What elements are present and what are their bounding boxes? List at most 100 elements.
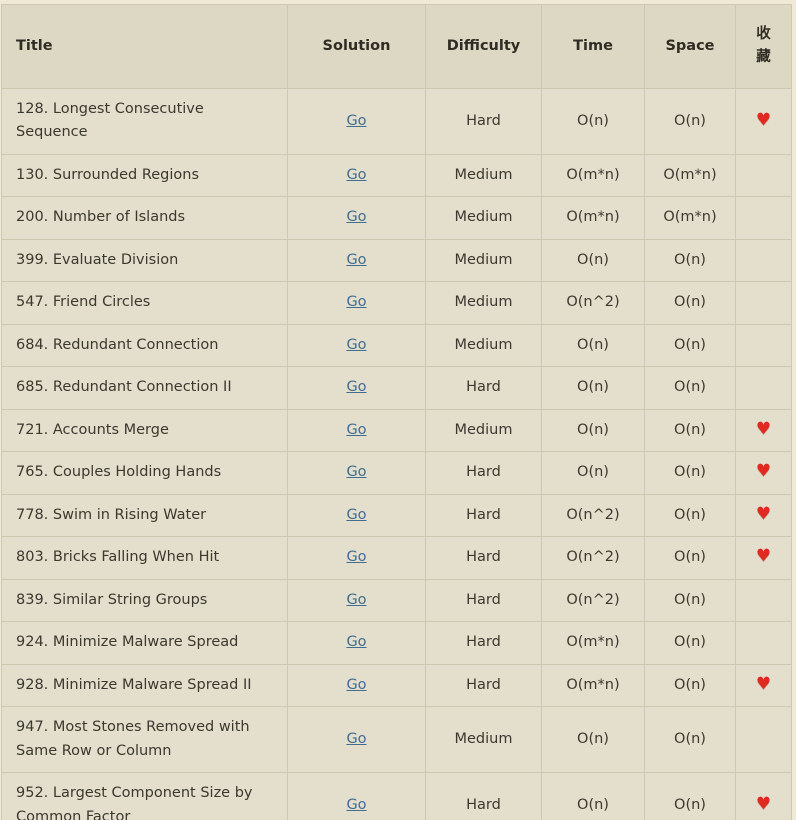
- cell-time-complexity: O(m*n): [541, 621, 645, 665]
- column-header-solution[interactable]: Solution: [287, 4, 426, 89]
- cell-difficulty: Medium: [425, 323, 542, 368]
- cell-space-complexity: O(n): [644, 281, 736, 325]
- heart-icon[interactable]: ♥: [756, 548, 771, 565]
- cell-title: 778. Swim in Rising Water: [1, 493, 288, 538]
- cell-space-complexity: O(n): [644, 706, 736, 774]
- cell-title: 803. Bricks Falling When Hit: [1, 536, 288, 580]
- table-row: 685. Redundant Connection II Go Hard O(n) O(…: [1, 366, 792, 410]
- cell-time-complexity: O(n): [541, 366, 645, 410]
- cell-difficulty: Medium: [425, 153, 542, 198]
- cell-title: 721. Accounts Merge: [1, 408, 288, 453]
- cell-favorite[interactable]: ♥: [735, 238, 792, 283]
- cell-favorite[interactable]: ♥: [735, 87, 792, 155]
- column-header-difficulty[interactable]: Difficulty: [425, 4, 542, 89]
- cell-favorite[interactable]: ♥: [735, 621, 792, 665]
- solution-go-link[interactable]: Go: [346, 113, 366, 129]
- column-header-space[interactable]: Space: [644, 4, 736, 89]
- table-row: 684. Redundant Connection Go Medium O(n) O(n…: [1, 323, 792, 368]
- cell-time-complexity: O(m*n): [541, 196, 645, 240]
- cell-difficulty: Hard: [425, 578, 542, 623]
- solution-go-link[interactable]: Go: [346, 337, 366, 353]
- cell-favorite[interactable]: ♥: [735, 451, 792, 495]
- cell-favorite[interactable]: ♥: [735, 323, 792, 368]
- cell-title: 839. Similar String Groups: [1, 578, 288, 623]
- solution-go-link[interactable]: Go: [346, 731, 366, 747]
- solution-go-link[interactable]: Go: [346, 549, 366, 565]
- cell-solution: Go: [287, 408, 426, 453]
- cell-space-complexity: O(n): [644, 621, 736, 665]
- heart-icon[interactable]: ♥: [756, 463, 771, 480]
- table-row: 924. Minimize Malware Spread Go Hard O(m*n)…: [1, 621, 792, 665]
- solution-go-link[interactable]: Go: [346, 379, 366, 395]
- cell-difficulty: Hard: [425, 663, 542, 708]
- solution-go-link[interactable]: Go: [346, 209, 366, 225]
- cell-favorite[interactable]: ♥: [735, 281, 792, 325]
- cell-solution: Go: [287, 238, 426, 283]
- cell-time-complexity: O(n): [541, 706, 645, 774]
- table-row: 839. Similar String Groups Go Hard O(n^2) O(…: [1, 578, 792, 623]
- cell-solution: Go: [287, 323, 426, 368]
- cell-title: 928. Minimize Malware Spread II: [1, 663, 288, 708]
- table-row: 803. Bricks Falling When Hit Go Hard O(n^2)…: [1, 536, 792, 580]
- cell-favorite[interactable]: ♥: [735, 663, 792, 708]
- table-header-row: Title Solution Difficulty Time Space 收藏: [1, 4, 792, 89]
- cell-time-complexity: O(n): [541, 323, 645, 368]
- cell-solution: Go: [287, 493, 426, 538]
- table-header: Title Solution Difficulty Time Space 收藏: [1, 4, 792, 89]
- page-root: Title Solution Difficulty Time Space 收藏 …: [0, 0, 796, 820]
- cell-difficulty: Hard: [425, 366, 542, 410]
- cell-solution: Go: [287, 281, 426, 325]
- cell-time-complexity: O(n^2): [541, 493, 645, 538]
- cell-favorite[interactable]: ♥: [735, 493, 792, 538]
- cell-favorite[interactable]: ♥: [735, 578, 792, 623]
- table-row: 947. Most Stones Removed with Same Row o…: [1, 706, 792, 774]
- solution-go-link[interactable]: Go: [346, 294, 366, 310]
- heart-icon[interactable]: ♥: [756, 675, 771, 693]
- table-row: 928. Minimize Malware Spread II Go Hard O(m…: [1, 663, 792, 708]
- cell-space-complexity: O(n): [644, 493, 736, 538]
- cell-time-complexity: O(m*n): [541, 663, 645, 708]
- solution-go-link[interactable]: Go: [346, 592, 366, 608]
- cell-favorite[interactable]: ♥: [735, 366, 792, 410]
- solution-go-link[interactable]: Go: [346, 422, 366, 438]
- cell-favorite[interactable]: ♥: [735, 772, 792, 820]
- cell-solution: Go: [287, 451, 426, 495]
- cell-solution: Go: [287, 621, 426, 665]
- problems-table: Title Solution Difficulty Time Space 收藏 …: [1, 4, 792, 820]
- column-header-favorite[interactable]: 收藏: [735, 4, 792, 89]
- cell-space-complexity: O(n): [644, 578, 736, 623]
- cell-difficulty: Hard: [425, 87, 542, 155]
- heart-icon[interactable]: ♥: [756, 795, 771, 813]
- cell-solution: Go: [287, 366, 426, 410]
- cell-title: 128. Longest Consecutive Sequence: [1, 87, 288, 155]
- cell-title: 399. Evaluate Division: [1, 238, 288, 283]
- cell-time-complexity: O(n): [541, 408, 645, 453]
- solution-go-link[interactable]: Go: [346, 797, 366, 813]
- cell-time-complexity: O(n): [541, 451, 645, 495]
- cell-favorite[interactable]: ♥: [735, 706, 792, 774]
- solution-go-link[interactable]: Go: [346, 677, 366, 693]
- column-header-title[interactable]: Title: [1, 4, 288, 89]
- table-row: 399. Evaluate DivisionGoMediumO(n)O(n)♥: [1, 238, 792, 283]
- solution-go-link[interactable]: Go: [346, 464, 366, 480]
- table-row: 765. Couples Holding Hands Go Hard O(n) O(n)…: [1, 451, 792, 495]
- cell-solution: Go: [287, 153, 426, 198]
- heart-icon[interactable]: ♥: [756, 111, 771, 129]
- solution-go-link[interactable]: Go: [346, 167, 366, 183]
- table-row: 130. Surrounded Regions Go Medium O(m*n) O(m…: [1, 153, 792, 198]
- cell-favorite[interactable]: ♥: [735, 408, 792, 453]
- solution-go-link[interactable]: Go: [346, 507, 366, 523]
- heart-icon[interactable]: ♥: [756, 505, 771, 523]
- heart-icon[interactable]: ♥: [756, 420, 771, 438]
- cell-title: 952. Largest Component Size by Common Fa…: [1, 772, 288, 820]
- cell-favorite[interactable]: ♥: [735, 196, 792, 240]
- cell-title: 685. Redundant Connection II: [1, 366, 288, 410]
- cell-time-complexity: O(n^2): [541, 578, 645, 623]
- column-header-time[interactable]: Time: [541, 4, 645, 89]
- cell-space-complexity: O(n): [644, 772, 736, 820]
- solution-go-link[interactable]: Go: [346, 252, 366, 268]
- cell-favorite[interactable]: ♥: [735, 153, 792, 198]
- cell-space-complexity: O(n): [644, 451, 736, 495]
- solution-go-link[interactable]: Go: [346, 634, 366, 650]
- cell-favorite[interactable]: ♥: [735, 536, 792, 580]
